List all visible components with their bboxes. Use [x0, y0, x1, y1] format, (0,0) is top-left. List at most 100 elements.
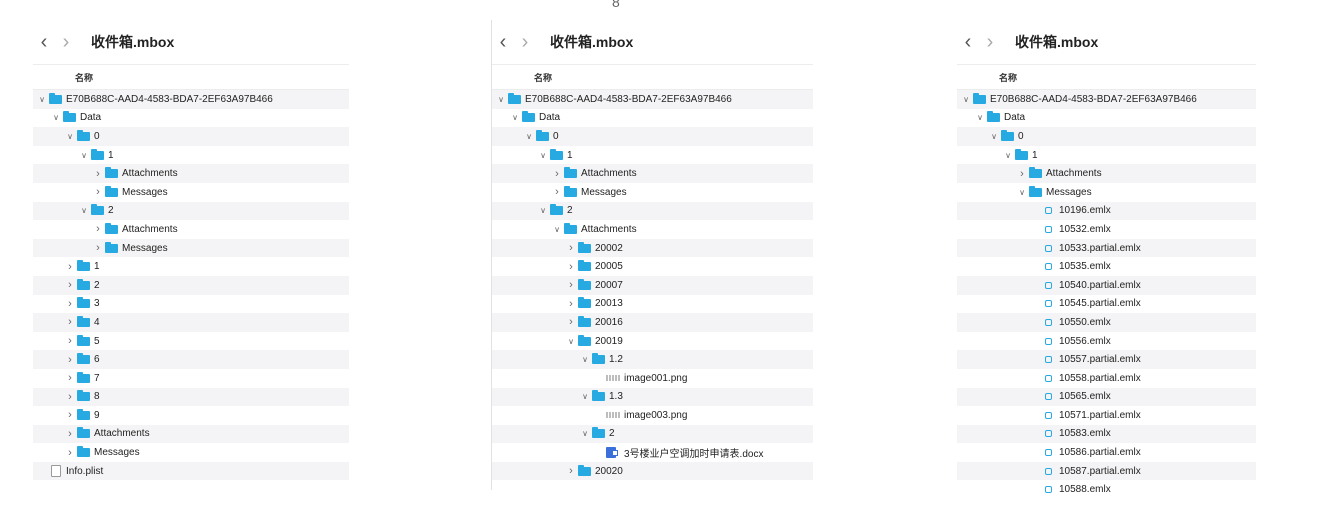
name-column-header[interactable]: 名称 — [33, 65, 349, 90]
disclosure-open-icon[interactable]: ∨ — [566, 337, 576, 346]
tree-row[interactable]: 10586.partial.emlx — [957, 443, 1256, 462]
tree-row[interactable]: › 20013 — [492, 295, 813, 314]
disclosure-open-icon[interactable]: ∨ — [538, 151, 548, 160]
disclosure-closed-icon[interactable]: › — [65, 298, 75, 310]
tree-row[interactable]: 10545.partial.emlx — [957, 295, 1256, 314]
disclosure-closed-icon[interactable]: › — [566, 316, 576, 328]
tree-row[interactable]: › 8 — [33, 387, 349, 407]
disclosure-closed-icon[interactable]: › — [65, 279, 75, 291]
back-icon[interactable]: ‹ — [957, 32, 979, 52]
disclosure-closed-icon[interactable]: › — [566, 261, 576, 273]
tree-row[interactable]: › Attachments — [492, 164, 813, 183]
disclosure-closed-icon[interactable]: › — [93, 186, 103, 198]
tree-row[interactable]: 10587.partial.emlx — [957, 461, 1256, 481]
disclosure-closed-icon[interactable]: › — [65, 409, 75, 421]
disclosure-open-icon[interactable]: ∨ — [580, 392, 590, 401]
disclosure-closed-icon[interactable]: › — [65, 372, 75, 384]
tree-row[interactable]: ∨ Data — [33, 109, 349, 128]
disclosure-open-icon[interactable]: ∨ — [79, 151, 89, 160]
disclosure-closed-icon[interactable]: › — [552, 186, 562, 198]
disclosure-open-icon[interactable]: ∨ — [37, 95, 47, 104]
disclosure-open-icon[interactable]: ∨ — [975, 113, 985, 122]
name-column-header[interactable]: 名称 — [492, 65, 813, 90]
tree-row[interactable]: Info.plist — [33, 461, 349, 481]
tree-row[interactable]: › 20007 — [492, 275, 813, 295]
tree-row[interactable]: ∨ 1 — [957, 146, 1256, 165]
tree-row[interactable]: › 5 — [33, 332, 349, 351]
tree-row[interactable]: › 6 — [33, 350, 349, 369]
disclosure-closed-icon[interactable]: › — [566, 279, 576, 291]
tree-row[interactable]: 10556.emlx — [957, 332, 1256, 351]
tree-row[interactable]: image003.png — [492, 406, 813, 425]
tree-row[interactable]: › 20005 — [492, 257, 813, 276]
tree-row[interactable]: 10532.emlx — [957, 220, 1256, 239]
tree-row[interactable]: ∨ 2 — [492, 201, 813, 221]
name-column-header[interactable]: 名称 — [957, 65, 1256, 90]
tree-row[interactable]: ∨ 0 — [492, 127, 813, 146]
tree-row[interactable]: › Attachments — [33, 220, 349, 239]
forward-icon[interactable]: › — [514, 32, 536, 52]
disclosure-closed-icon[interactable]: › — [93, 223, 103, 235]
tree-row[interactable]: › 20020 — [492, 461, 813, 481]
tree-row[interactable]: › Messages — [33, 183, 349, 202]
disclosure-closed-icon[interactable]: › — [65, 316, 75, 328]
tree-row[interactable]: ∨ 1.3 — [492, 387, 813, 407]
tree-row[interactable]: 10535.emlx — [957, 257, 1256, 276]
tree-row[interactable]: ∨ 0 — [33, 127, 349, 146]
tree-row[interactable]: ∨ E70B688C-AAD4-4583-BDA7-2EF63A97B466 — [33, 90, 349, 109]
disclosure-open-icon[interactable]: ∨ — [580, 429, 590, 438]
tree-row[interactable]: › 9 — [33, 406, 349, 425]
tree-row[interactable]: 10558.partial.emlx — [957, 369, 1256, 388]
tree-row[interactable]: › Attachments — [957, 164, 1256, 183]
disclosure-open-icon[interactable]: ∨ — [1017, 188, 1027, 197]
tree-row[interactable]: › Messages — [33, 443, 349, 462]
tree-row[interactable]: › 3 — [33, 295, 349, 314]
tree-row[interactable]: ∨ 2 — [33, 201, 349, 221]
tree-row[interactable]: › Messages — [492, 183, 813, 202]
tree-row[interactable]: 10196.emlx — [957, 201, 1256, 221]
tree-row[interactable]: ∨ Messages — [957, 183, 1256, 202]
tree-row[interactable]: ∨ 1 — [33, 146, 349, 165]
disclosure-open-icon[interactable]: ∨ — [989, 132, 999, 141]
tree-row[interactable]: › Attachments — [33, 424, 349, 444]
disclosure-open-icon[interactable]: ∨ — [496, 95, 506, 104]
disclosure-closed-icon[interactable]: › — [65, 428, 75, 440]
disclosure-closed-icon[interactable]: › — [93, 242, 103, 254]
tree-row[interactable]: 10540.partial.emlx — [957, 275, 1256, 295]
tree-row[interactable]: › Attachments — [33, 164, 349, 183]
tree-row[interactable]: ∨ Attachments — [492, 220, 813, 239]
disclosure-open-icon[interactable]: ∨ — [580, 355, 590, 364]
tree-row[interactable]: ∨ Data — [957, 109, 1256, 128]
disclosure-closed-icon[interactable]: › — [552, 168, 562, 180]
tree-row[interactable]: ∨ Data — [492, 109, 813, 128]
tree-row[interactable]: › 7 — [33, 369, 349, 388]
tree-row[interactable]: 10557.partial.emlx — [957, 350, 1256, 369]
tree-row[interactable]: › 1 — [33, 257, 349, 276]
tree-row[interactable]: ∨ E70B688C-AAD4-4583-BDA7-2EF63A97B466 — [957, 90, 1256, 109]
tree-row[interactable]: 10571.partial.emlx — [957, 406, 1256, 425]
tree-row[interactable]: ∨ 1 — [492, 146, 813, 165]
tree-row[interactable]: ∨ 2 — [492, 424, 813, 444]
tree-row[interactable]: 10583.emlx — [957, 424, 1256, 444]
disclosure-closed-icon[interactable]: › — [566, 242, 576, 254]
disclosure-open-icon[interactable]: ∨ — [524, 132, 534, 141]
tree-row[interactable]: › Messages — [33, 238, 349, 258]
tree-row[interactable]: image001.png — [492, 369, 813, 388]
disclosure-open-icon[interactable]: ∨ — [65, 132, 75, 141]
disclosure-open-icon[interactable]: ∨ — [1003, 151, 1013, 160]
forward-icon[interactable]: › — [55, 32, 77, 52]
disclosure-open-icon[interactable]: ∨ — [538, 206, 548, 215]
disclosure-closed-icon[interactable]: › — [566, 298, 576, 310]
tree-row[interactable]: ∨ E70B688C-AAD4-4583-BDA7-2EF63A97B466 — [492, 90, 813, 109]
tree-row[interactable]: ∨ 20019 — [492, 332, 813, 351]
disclosure-open-icon[interactable]: ∨ — [552, 225, 562, 234]
forward-icon[interactable]: › — [979, 32, 1001, 52]
disclosure-open-icon[interactable]: ∨ — [510, 113, 520, 122]
disclosure-open-icon[interactable]: ∨ — [79, 206, 89, 215]
tree-row[interactable]: › 20002 — [492, 238, 813, 258]
tree-row[interactable]: › 20016 — [492, 313, 813, 332]
disclosure-closed-icon[interactable]: › — [1017, 168, 1027, 180]
tree-row[interactable]: › 4 — [33, 313, 349, 332]
tree-row[interactable]: 10533.partial.emlx — [957, 238, 1256, 258]
tree-row[interactable]: ∨ 0 — [957, 127, 1256, 146]
